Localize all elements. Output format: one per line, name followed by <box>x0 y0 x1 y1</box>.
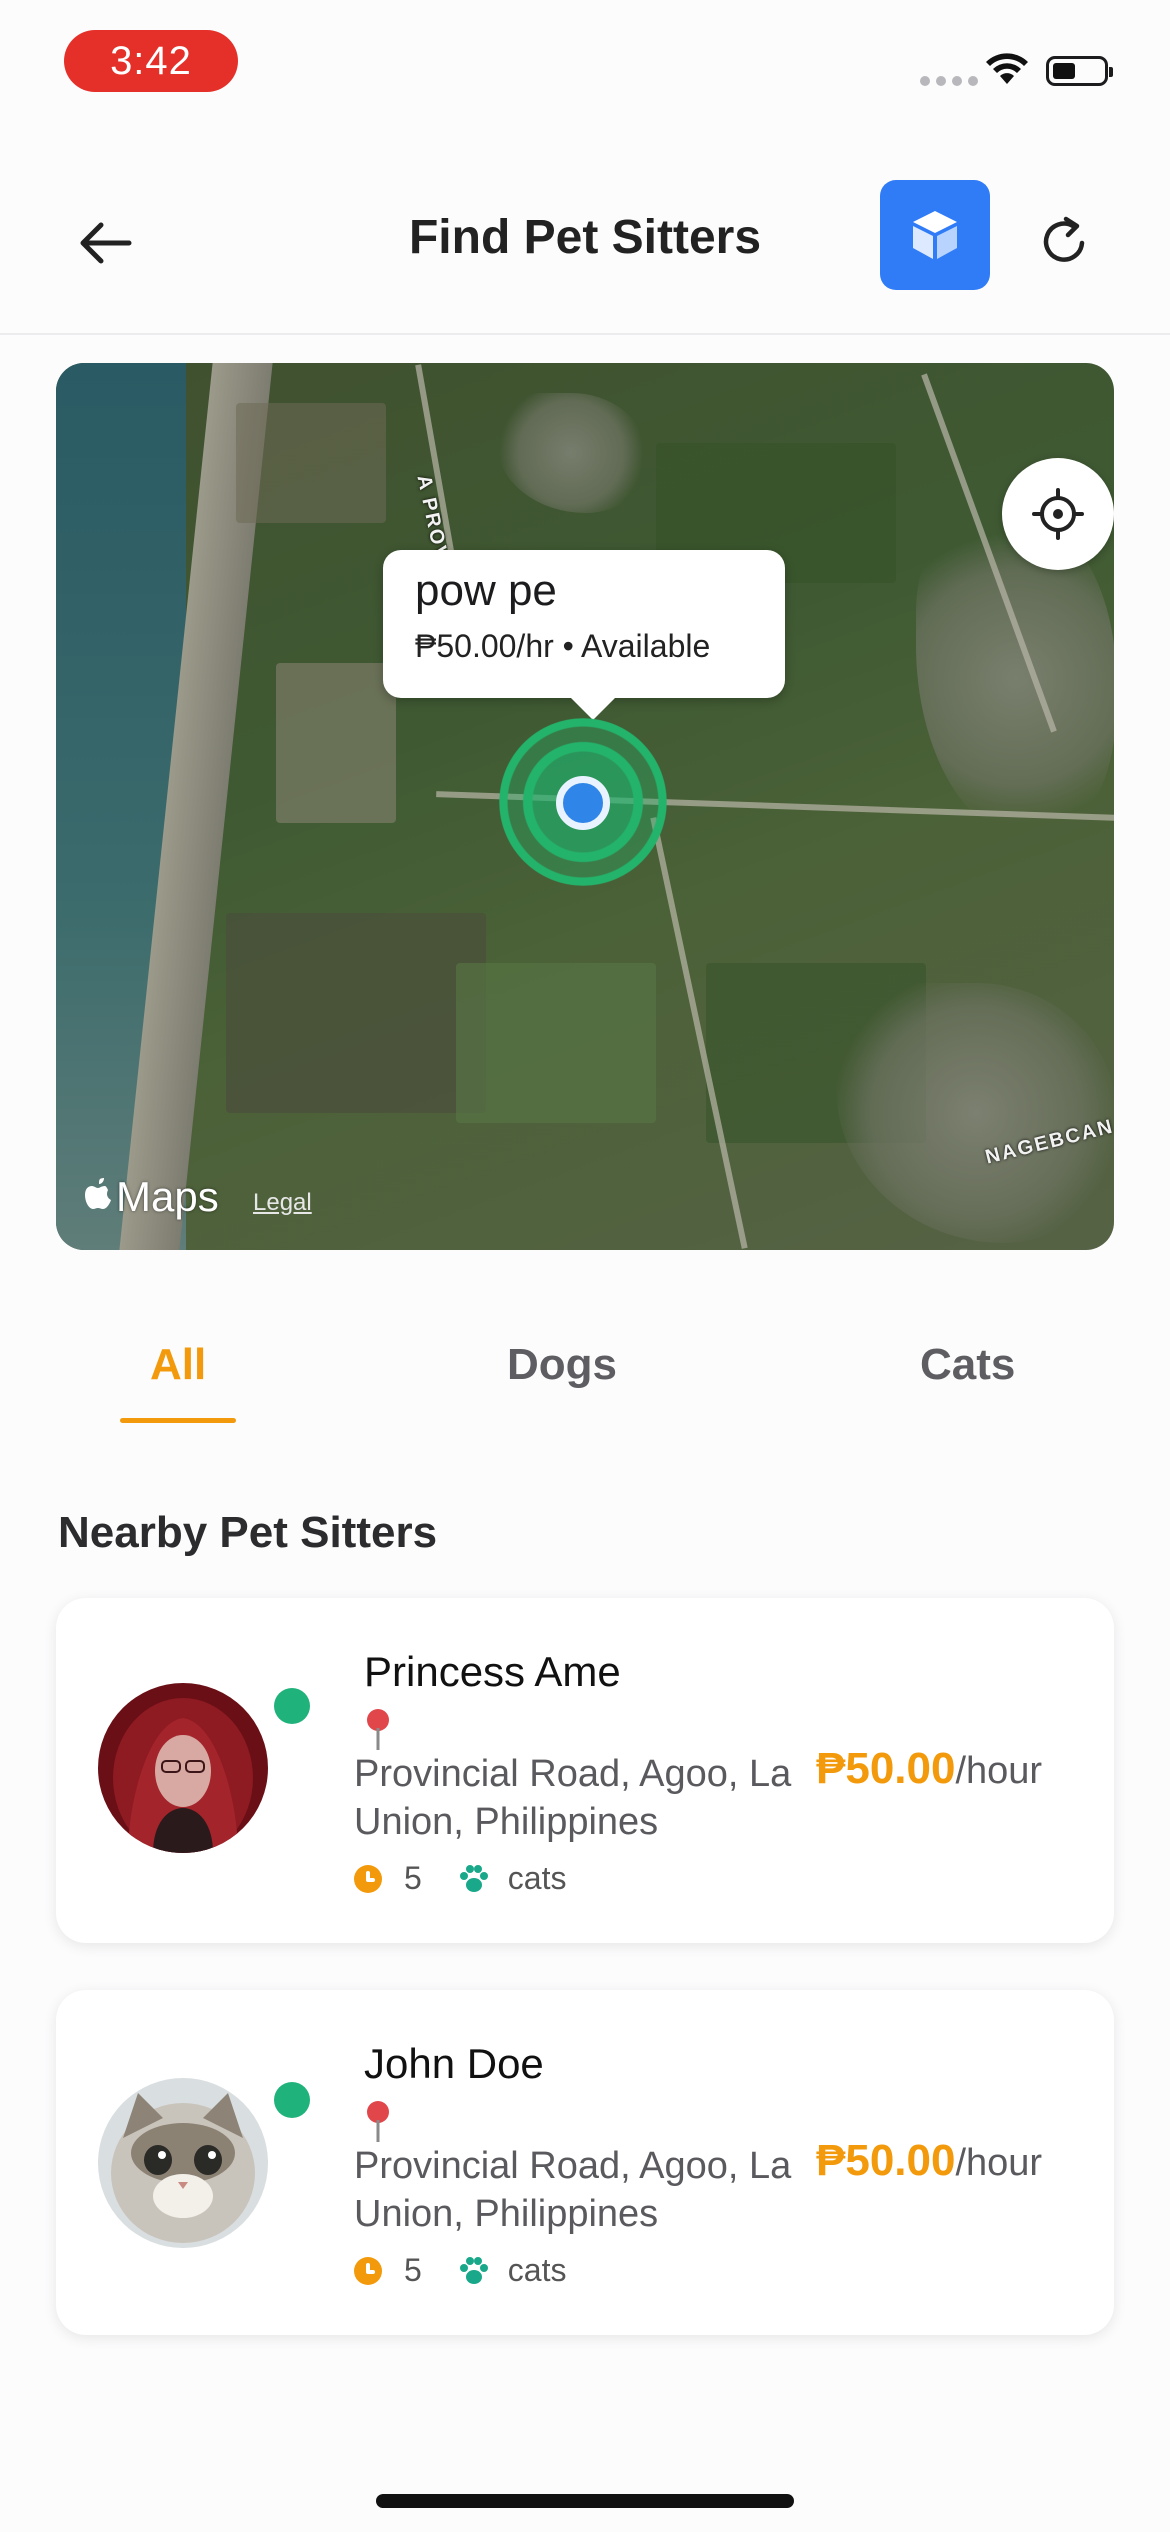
cellular-signal-icon <box>920 76 978 86</box>
sitter-meta: 5 cats <box>354 1860 566 1897</box>
sitter-card[interactable]: Princess Ame Provincial Road, Agoo, La U… <box>56 1598 1114 1943</box>
callout-name: pow pe <box>415 566 557 615</box>
page-title: Find Pet Sitters <box>408 211 762 264</box>
price-amount: ₱50.00 <box>816 2136 956 2185</box>
legal-link[interactable]: Legal <box>253 1189 312 1217</box>
callout-detail: ₱50.00/hr • Available <box>415 628 711 664</box>
header: Find Pet Sitters <box>0 170 1170 335</box>
sitter-name: Princess Ame <box>364 1648 621 1695</box>
tab-all[interactable]: All <box>150 1340 206 1390</box>
avatar <box>98 1683 268 1853</box>
active-tab-indicator <box>120 1418 236 1423</box>
status-bar: 3:42 <box>0 0 1170 130</box>
refresh-icon <box>1043 216 1085 262</box>
maps-brand: Maps <box>116 1173 219 1220</box>
price-amount: ₱50.00 <box>816 1744 956 1793</box>
location-pin-icon <box>367 1709 389 1750</box>
cube-icon <box>913 211 957 259</box>
wifi-icon <box>986 53 1028 84</box>
apple-icon <box>85 1178 111 1209</box>
ar-view-button[interactable] <box>880 180 990 290</box>
battery-icon <box>1046 56 1113 86</box>
status-time: 3:42 <box>64 30 238 92</box>
experience-value: 5 <box>404 2252 422 2288</box>
location-pin-icon <box>367 2101 389 2142</box>
paw-icon <box>459 2256 488 2284</box>
sitter-address: Provincial Road, Agoo, La Union, Philipp… <box>354 2145 792 2235</box>
sitter-price: ₱50.00/hour <box>816 2136 1042 2186</box>
clock-icon <box>354 1864 382 1893</box>
map-field <box>236 403 386 523</box>
map-view[interactable]: A PROVINCIAL NAGEBCAN pow pe ₱50.00/hr •… <box>56 363 1114 1250</box>
sitter-address: Provincial Road, Agoo, La Union, Philipp… <box>354 1753 792 1843</box>
pet-type: cats <box>507 1860 567 1896</box>
avatar <box>98 2078 268 2248</box>
online-status-dot <box>274 2082 310 2118</box>
paw-icon <box>459 1864 488 1892</box>
price-unit: /hour <box>955 2142 1043 2184</box>
sitter-callout[interactable]: pow pe ₱50.00/hr • Available <box>383 550 785 720</box>
experience-value: 5 <box>404 1860 422 1896</box>
user-location-dot <box>556 776 610 830</box>
home-indicator <box>376 2494 794 2508</box>
sitter-card[interactable]: John Doe Provincial Road, Agoo, La Union… <box>56 1990 1114 2335</box>
tab-cats[interactable]: Cats <box>920 1340 1015 1390</box>
online-status-dot <box>274 1688 310 1724</box>
sitter-meta: 5 cats <box>354 2252 566 2289</box>
refresh-button[interactable] <box>1030 206 1100 276</box>
map-field <box>276 663 396 823</box>
section-title: Nearby Pet Sitters <box>58 1508 438 1557</box>
clock-icon <box>354 2256 382 2285</box>
map-field <box>226 913 486 1113</box>
map-town <box>836 983 1114 1243</box>
crosshair-icon <box>1032 488 1084 540</box>
tab-dogs[interactable]: Dogs <box>507 1340 617 1390</box>
price-unit: /hour <box>955 1750 1043 1792</box>
locate-me-button[interactable] <box>1002 458 1114 570</box>
category-tabs: All Dogs Cats <box>0 1280 1170 1430</box>
map-town <box>496 393 646 513</box>
sitter-price: ₱50.00/hour <box>816 1744 1042 1794</box>
apple-maps-logo: Maps <box>84 1173 219 1221</box>
map-field <box>456 963 656 1123</box>
sitter-name: John Doe <box>364 2040 544 2087</box>
pet-type: cats <box>507 2252 567 2288</box>
